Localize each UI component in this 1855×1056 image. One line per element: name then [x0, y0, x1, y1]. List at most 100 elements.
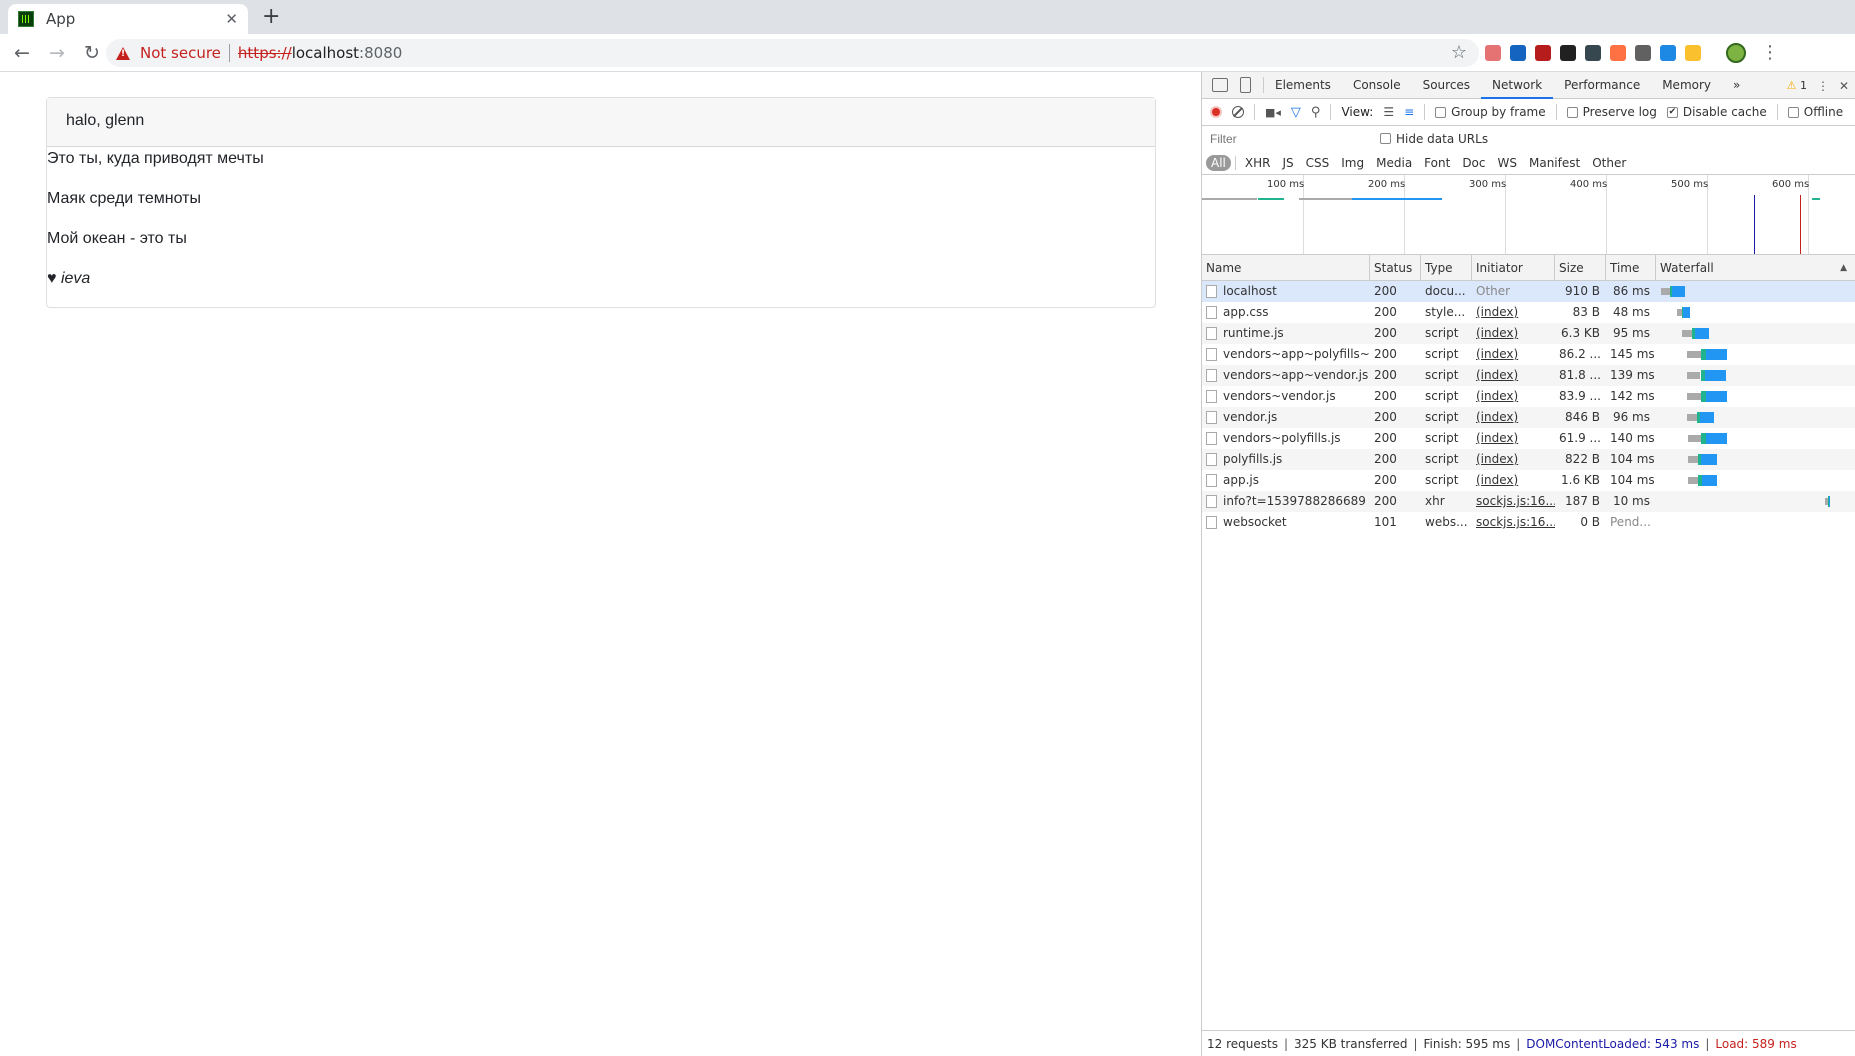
request-name-cell[interactable]: vendor.js [1202, 407, 1370, 428]
type-filter-ws[interactable]: WS [1493, 155, 1522, 171]
type-filter-js[interactable]: JS [1277, 155, 1298, 171]
request-initiator[interactable]: (index) [1472, 428, 1555, 449]
request-initiator[interactable]: sockjs.js:16... [1472, 512, 1555, 533]
large-rows-icon[interactable]: ☰ [1383, 105, 1394, 119]
ext-icon-3[interactable] [1535, 44, 1551, 61]
reload-icon[interactable]: ↻ [79, 42, 105, 64]
table-row[interactable]: vendors~vendor.js 200 script (index) 83.9 ..… [1202, 386, 1855, 407]
request-initiator[interactable]: (index) [1472, 344, 1555, 365]
table-row[interactable]: info?t=1539788286689 200 xhr sockjs.js:16..… [1202, 491, 1855, 512]
request-initiator[interactable]: (index) [1472, 449, 1555, 470]
clear-icon[interactable] [1232, 106, 1244, 118]
request-waterfall[interactable] [1656, 491, 1855, 512]
request-name-cell[interactable]: polyfills.js [1202, 449, 1370, 470]
tab-elements[interactable]: Elements [1264, 72, 1342, 99]
table-row[interactable]: runtime.js 200 script (index) 6.3 KB 95 ms [1202, 323, 1855, 344]
request-initiator[interactable]: (index) [1472, 302, 1555, 323]
filter-icon[interactable]: ▽ [1291, 105, 1301, 120]
bookmark-star-icon[interactable]: ☆ [1451, 42, 1467, 63]
request-waterfall[interactable] [1656, 323, 1855, 344]
more-options-icon[interactable]: ⋮ [1817, 79, 1829, 93]
inspect-element-icon[interactable] [1212, 78, 1228, 92]
request-initiator[interactable]: (index) [1472, 365, 1555, 386]
request-waterfall[interactable] [1656, 281, 1855, 302]
request-name-cell[interactable]: vendors~polyfills.js [1202, 428, 1370, 449]
table-row[interactable]: vendors~app~vendor.js 200 script (index) 81.… [1202, 365, 1855, 386]
table-row[interactable]: app.css 200 style... (index) 83 B 48 ms [1202, 302, 1855, 323]
ext-icon-7[interactable] [1635, 44, 1651, 61]
request-name-cell[interactable]: vendors~vendor.js [1202, 386, 1370, 407]
type-filter-other[interactable]: Other [1587, 155, 1631, 171]
overview-icon[interactable]: ≡ [1404, 105, 1414, 119]
ext-icon-8[interactable] [1660, 44, 1676, 61]
request-name-cell[interactable]: app.js [1202, 470, 1370, 491]
search-icon[interactable]: ⚲ [1311, 105, 1321, 120]
column-size[interactable]: Size [1555, 255, 1606, 281]
tab-sources[interactable]: Sources [1412, 72, 1481, 99]
forward-icon[interactable]: → [44, 42, 70, 64]
column-initiator[interactable]: Initiator [1472, 255, 1555, 281]
record-icon[interactable] [1210, 106, 1222, 118]
hide-data-urls-checkbox[interactable]: Hide data URLs [1380, 132, 1488, 146]
table-row[interactable]: websocket 101 webs... sockjs.js:16... 0 B Pen… [1202, 512, 1855, 533]
request-name-cell[interactable]: app.css [1202, 302, 1370, 323]
request-name-cell[interactable]: vendors~app~polyfills~... [1202, 344, 1370, 365]
more-tabs-icon[interactable]: » [1722, 72, 1751, 99]
checkbox-box[interactable] [1787, 106, 1799, 118]
device-toolbar-icon[interactable] [1240, 77, 1251, 93]
request-waterfall[interactable] [1656, 470, 1855, 491]
browser-tab[interactable]: App ✕ [8, 4, 248, 34]
filter-input[interactable] [1206, 129, 1376, 148]
request-waterfall[interactable] [1656, 512, 1855, 533]
type-filter-media[interactable]: Media [1371, 155, 1417, 171]
request-initiator[interactable]: sockjs.js:16... [1472, 491, 1555, 512]
request-waterfall[interactable] [1656, 428, 1855, 449]
ext-icon-5[interactable] [1585, 44, 1601, 61]
request-name-cell[interactable]: runtime.js [1202, 323, 1370, 344]
type-filter-manifest[interactable]: Manifest [1524, 155, 1585, 171]
checkbox-box[interactable] [1566, 106, 1578, 118]
close-devtools-icon[interactable]: ✕ [1839, 79, 1849, 93]
table-row[interactable]: vendors~polyfills.js 200 script (index) 61.9… [1202, 428, 1855, 449]
warning-counter[interactable]: ⚠ 1 [1787, 79, 1807, 92]
request-initiator[interactable]: (index) [1472, 323, 1555, 344]
screenshot-camera-icon[interactable]: ■◂ [1265, 106, 1281, 119]
column-time[interactable]: Time [1606, 255, 1656, 281]
type-filter-xhr[interactable]: XHR [1240, 155, 1276, 171]
tab-performance[interactable]: Performance [1553, 72, 1651, 99]
request-waterfall[interactable] [1656, 344, 1855, 365]
sort-ascending-icon[interactable]: ▲ [1840, 255, 1847, 281]
ext-icon-2[interactable] [1510, 44, 1526, 61]
checkbox-box[interactable] [1435, 106, 1447, 118]
type-filter-doc[interactable]: Doc [1457, 155, 1490, 171]
table-row[interactable]: vendor.js 200 script (index) 846 B 96 ms [1202, 407, 1855, 428]
warning-icon[interactable] [116, 46, 130, 60]
new-tab-icon[interactable]: + [262, 4, 280, 29]
security-label[interactable]: Not secure [140, 44, 221, 62]
table-row[interactable]: polyfills.js 200 script (index) 822 B 104 ms [1202, 449, 1855, 470]
tab-memory[interactable]: Memory [1651, 72, 1722, 99]
address-bar[interactable]: Not secure https:// localhost :8080 ☆ [106, 39, 1479, 67]
request-name-cell[interactable]: localhost [1202, 281, 1370, 302]
ext-icon-4[interactable] [1560, 44, 1576, 61]
offline-checkbox[interactable]: Offline [1787, 105, 1843, 119]
tab-network[interactable]: Network [1481, 72, 1554, 99]
ext-icon-6[interactable] [1610, 44, 1626, 61]
request-waterfall[interactable] [1656, 386, 1855, 407]
ext-icon-9[interactable] [1685, 44, 1701, 61]
profile-avatar[interactable] [1726, 42, 1746, 63]
back-icon[interactable]: ← [9, 42, 35, 64]
request-waterfall[interactable] [1656, 302, 1855, 323]
request-initiator[interactable]: (index) [1472, 470, 1555, 491]
table-row[interactable]: vendors~app~polyfills~... 200 script (index… [1202, 344, 1855, 365]
disable-cache-checkbox[interactable]: ✔ Disable cache [1666, 105, 1767, 119]
column-name[interactable]: Name [1202, 255, 1370, 281]
request-initiator[interactable]: (index) [1472, 407, 1555, 428]
request-name-cell[interactable]: vendors~app~vendor.js [1202, 365, 1370, 386]
browser-menu-icon[interactable]: ⋮ [1761, 42, 1779, 63]
checkbox-checked-box[interactable]: ✔ [1666, 106, 1678, 118]
type-filter-font[interactable]: Font [1419, 155, 1455, 171]
group-by-frame-checkbox[interactable]: Group by frame [1435, 105, 1546, 119]
ext-icon-1[interactable] [1485, 44, 1501, 61]
tab-console[interactable]: Console [1342, 72, 1412, 99]
